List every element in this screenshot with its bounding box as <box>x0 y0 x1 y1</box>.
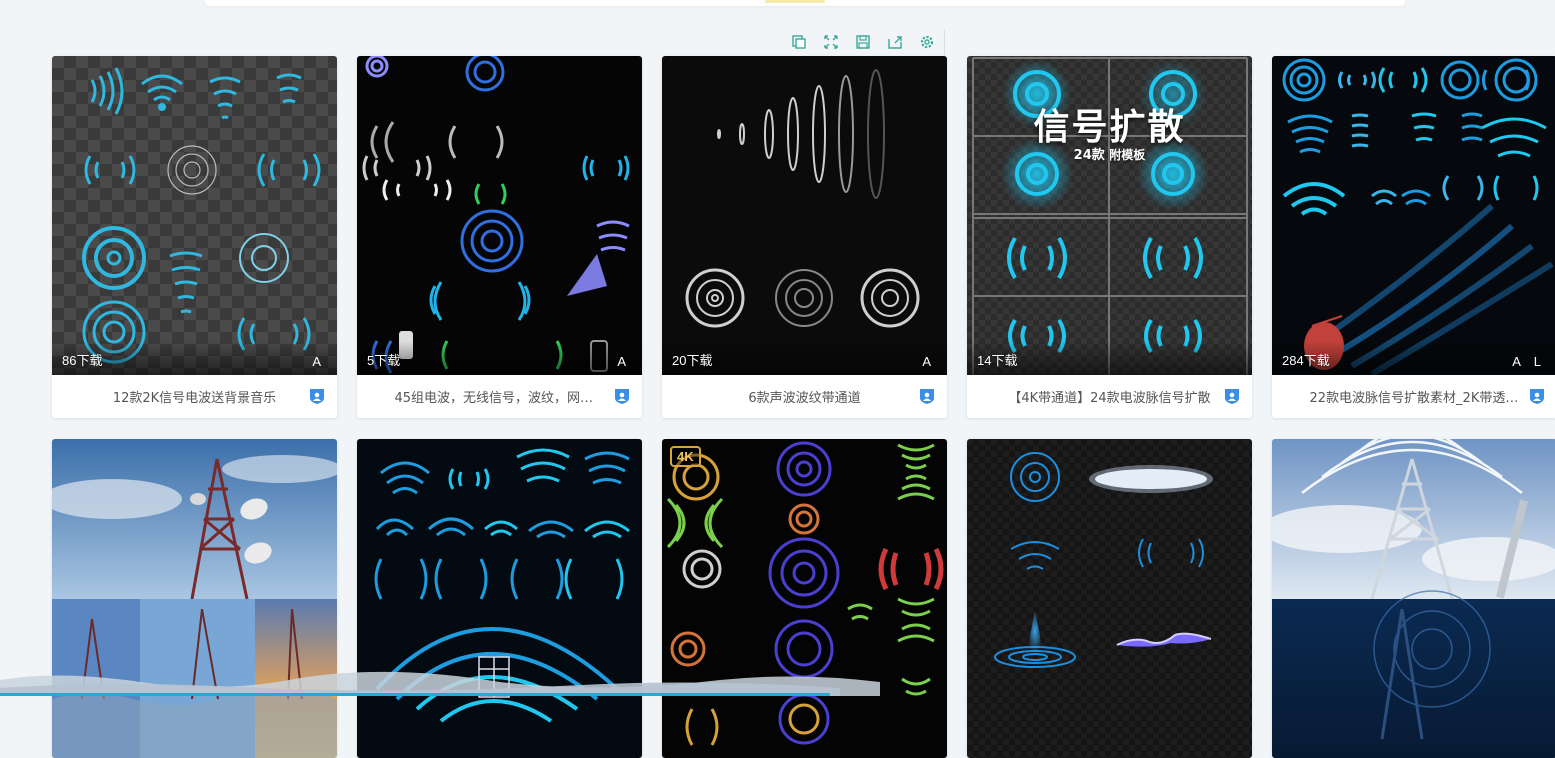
material-card[interactable]: 284下载 A L 22款电波脉信号扩散素材_2K带透明通道 <box>1272 56 1555 418</box>
thumbnail-art <box>662 56 947 375</box>
save-icon <box>856 35 870 49</box>
material-card[interactable]: 信号扩散 24款 附模板 14下载 【4K带通道】24款电波脉信号扩散 <box>967 56 1252 418</box>
format-label: A L <box>1512 354 1546 369</box>
card-thumbnail[interactable]: 284下载 A L <box>1272 56 1555 375</box>
overlay-title: 信号扩散 <box>1033 107 1186 148</box>
verified-icon <box>1225 389 1239 404</box>
material-card[interactable]: 86下载 A 12款2K信号电波送背景音乐 <box>52 56 337 418</box>
card-caption: 12款2K信号电波送背景音乐 <box>52 375 337 418</box>
copy-icon <box>792 35 806 49</box>
thumbnail-art <box>52 439 337 758</box>
thumbnail-art <box>357 56 642 375</box>
verified-icon <box>615 389 629 404</box>
overlay-note: 附模板 <box>1109 148 1146 162</box>
thumbnail-art <box>967 439 1252 758</box>
format-label: A <box>922 354 936 369</box>
preview-toolbar <box>786 29 945 55</box>
copy-button[interactable] <box>786 29 812 55</box>
card-title[interactable]: 6款声波波纹带通道 <box>700 387 910 406</box>
download-count: 20下载 <box>672 353 713 368</box>
material-card[interactable]: 5下载 A 45组电波，无线信号，波纹，网络信号 <box>357 56 642 418</box>
card-thumbnail[interactable]: 信号扩散 24款 附模板 14下载 <box>967 56 1252 375</box>
fullscreen-button[interactable] <box>818 29 844 55</box>
top-banner <box>205 0 1405 6</box>
download-count: 284下载 <box>1282 353 1330 368</box>
download-count: 86下载 <box>62 353 103 368</box>
fullscreen-icon <box>824 35 838 49</box>
material-card[interactable] <box>52 439 337 758</box>
card-thumbnail[interactable]: 86下载 A <box>52 56 337 375</box>
card-caption: 6款声波波纹带通道 <box>662 375 947 418</box>
download-count: 14下载 <box>977 353 1018 368</box>
format-label: A <box>617 354 631 369</box>
overlay-count: 24款 <box>1073 148 1105 163</box>
card-thumbnail[interactable] <box>1272 439 1555 758</box>
bottom-decoration <box>0 671 880 696</box>
settings-icon <box>920 35 934 49</box>
verified-icon <box>1530 389 1544 404</box>
verified-icon <box>920 389 934 404</box>
card-thumbnail[interactable]: 5下载 A <box>357 56 642 375</box>
card-title[interactable]: 12款2K信号电波送背景音乐 <box>90 387 300 406</box>
material-card[interactable] <box>967 439 1252 758</box>
card-thumbnail[interactable] <box>967 439 1252 758</box>
material-card[interactable]: 4K <box>662 439 947 758</box>
overlay-subtitle: 24款 附模板 <box>967 144 1252 163</box>
card-thumbnail[interactable] <box>52 439 337 758</box>
material-card[interactable] <box>1272 439 1555 758</box>
card-title[interactable]: 【4K带通道】24款电波脉信号扩散 <box>1005 387 1215 406</box>
material-card[interactable]: 20下载 A 6款声波波纹带通道 <box>662 56 947 418</box>
save-button[interactable] <box>850 29 876 55</box>
settings-button[interactable] <box>914 29 940 55</box>
card-thumbnail[interactable]: 20下载 A <box>662 56 947 375</box>
card-caption: 22款电波脉信号扩散素材_2K带透明通道 <box>1272 375 1555 418</box>
thumbnail-art <box>1272 56 1555 375</box>
thumbnail-art <box>52 56 337 375</box>
card-title[interactable]: 22款电波脉信号扩散素材_2K带透明通道 <box>1310 387 1520 406</box>
quality-badge: 4K <box>670 446 701 467</box>
thumbnail-art <box>1272 439 1555 758</box>
banner-highlight <box>765 0 825 3</box>
download-count: 5下载 <box>367 353 401 368</box>
material-card[interactable] <box>357 439 642 758</box>
card-title[interactable]: 45组电波，无线信号，波纹，网络信号 <box>395 387 605 406</box>
card-caption: 45组电波，无线信号，波纹，网络信号 <box>357 375 642 418</box>
export-button[interactable] <box>882 29 908 55</box>
card-caption: 【4K带通道】24款电波脉信号扩散 <box>967 375 1252 418</box>
thumbnail-art <box>662 439 947 758</box>
export-icon <box>888 36 902 49</box>
card-thumbnail[interactable]: 4K <box>662 439 947 758</box>
format-label: A <box>312 354 326 369</box>
card-thumbnail[interactable] <box>357 439 642 758</box>
verified-icon <box>310 389 324 404</box>
thumbnail-art <box>357 439 642 758</box>
